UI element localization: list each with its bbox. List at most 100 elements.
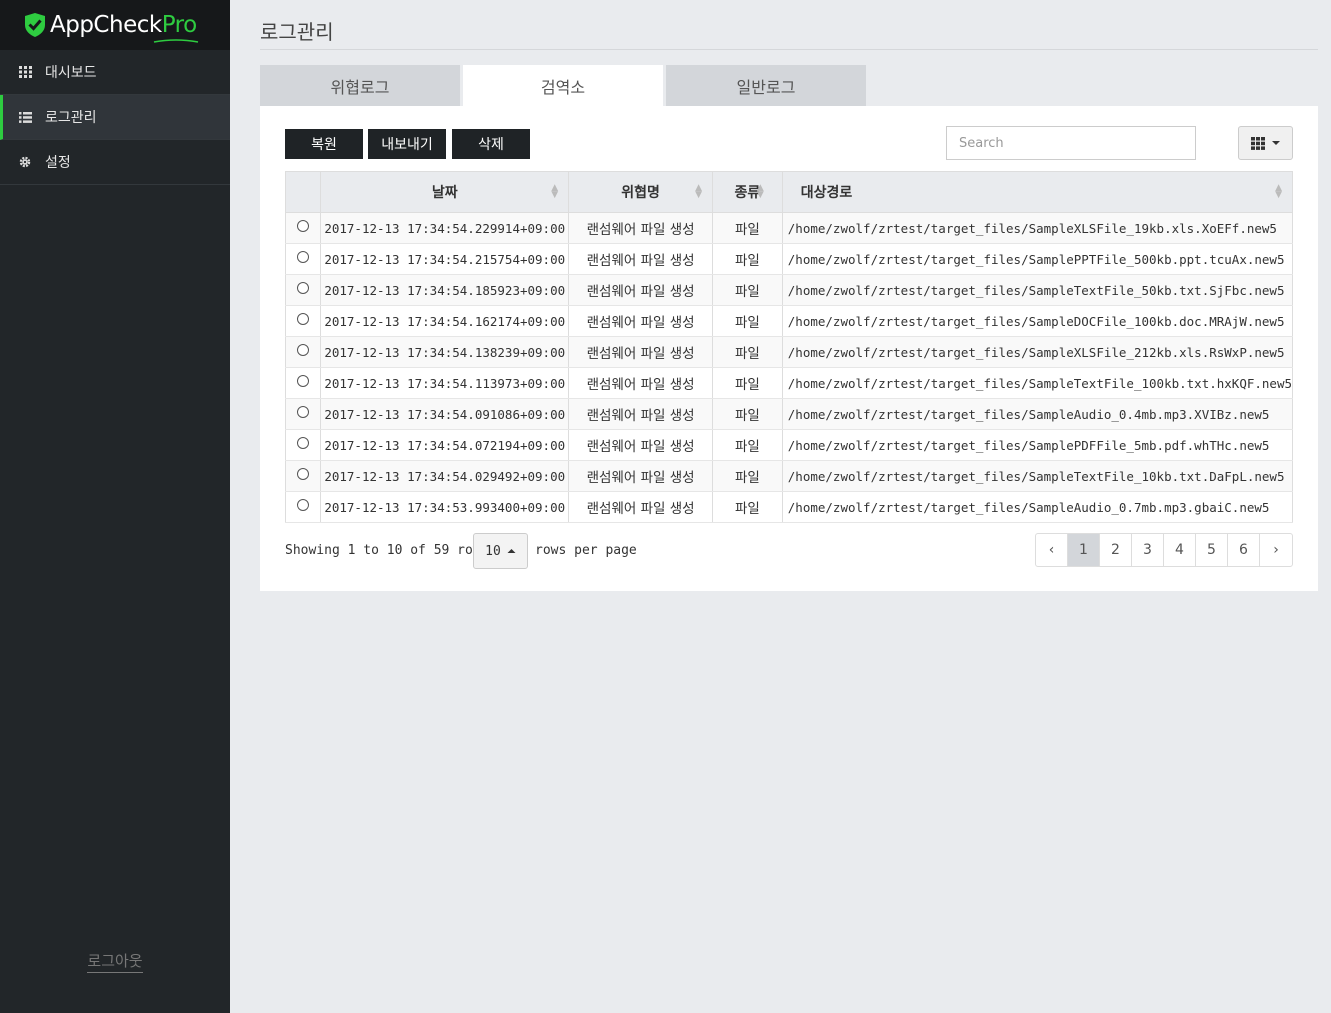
date-cell: 2017-12-13 17:34:54.072194+09:00 xyxy=(320,429,570,461)
row-radio[interactable] xyxy=(297,220,310,232)
threat-cell: 랜섬웨어 파일 생성 xyxy=(568,491,714,523)
tab-quarantine[interactable]: 검역소 xyxy=(463,65,663,106)
row-select-cell xyxy=(285,367,322,399)
row-radio[interactable] xyxy=(297,344,310,356)
threat-cell: 랜섬웨어 파일 생성 xyxy=(568,398,714,430)
delete-button[interactable]: 삭제 xyxy=(452,129,530,159)
path-cell: /home/zwolf/zrtest/target_files/SampleAu… xyxy=(782,491,1294,523)
page-button-6[interactable]: 6 xyxy=(1228,534,1260,566)
row-select-cell xyxy=(285,274,322,306)
sort-icon: ▲ ▼ xyxy=(1275,183,1282,200)
page-button-5[interactable]: 5 xyxy=(1196,534,1228,566)
table-row[interactable]: 2017-12-13 17:34:54.229914+09:00 랜섬웨어 파일… xyxy=(285,212,1294,244)
row-radio[interactable] xyxy=(297,251,310,263)
header-threat[interactable]: 위협명 ▲ ▼ xyxy=(568,171,714,213)
page-prev-button[interactable]: ‹ xyxy=(1036,534,1068,566)
page-title: 로그관리 xyxy=(260,0,1318,50)
date-cell: 2017-12-13 17:34:54.185923+09:00 xyxy=(320,274,570,306)
sidebar-item-label: 대시보드 xyxy=(45,65,97,81)
page-button-3[interactable]: 3 xyxy=(1132,534,1164,566)
tab-threat-log[interactable]: 위협로그 xyxy=(260,65,460,106)
threat-cell: 랜섬웨어 파일 생성 xyxy=(568,274,714,306)
sidebar-item-label: 로그관리 xyxy=(45,110,97,126)
logo-text: AppCheckPro xyxy=(50,12,198,43)
sort-icon: ▲ ▼ xyxy=(756,183,764,200)
toolbar: 복원 내보내기 삭제 xyxy=(285,126,1293,160)
page-button-4[interactable]: 4 xyxy=(1164,534,1196,566)
shield-check-icon xyxy=(25,13,45,37)
logout-container: 로그아웃 xyxy=(0,950,230,973)
threat-cell: 랜섬웨어 파일 생성 xyxy=(568,460,714,492)
grid-icon xyxy=(1250,136,1265,150)
type-cell: 파일 xyxy=(712,367,783,399)
tab-general-log[interactable]: 일반로그 xyxy=(666,65,866,106)
table-row[interactable]: 2017-12-13 17:34:53.993400+09:00 랜섬웨어 파일… xyxy=(285,491,1294,523)
page-button-2[interactable]: 2 xyxy=(1100,534,1132,566)
path-cell: /home/zwolf/zrtest/target_files/SampleTe… xyxy=(782,460,1294,492)
table-row[interactable]: 2017-12-13 17:34:54.029492+09:00 랜섬웨어 파일… xyxy=(285,460,1294,492)
type-cell: 파일 xyxy=(712,460,783,492)
header-date[interactable]: 날짜 ▲ ▼ xyxy=(320,171,570,213)
list-icon xyxy=(18,110,32,124)
page-next-button[interactable]: › xyxy=(1260,534,1292,566)
threat-cell: 랜섬웨어 파일 생성 xyxy=(568,429,714,461)
path-cell: /home/zwolf/zrtest/target_files/SampleXL… xyxy=(782,336,1294,368)
type-cell: 파일 xyxy=(712,429,783,461)
date-cell: 2017-12-13 17:34:54.113973+09:00 xyxy=(320,367,570,399)
app-logo[interactable]: AppCheckPro xyxy=(0,0,230,50)
type-cell: 파일 xyxy=(712,398,783,430)
table-row[interactable]: 2017-12-13 17:34:54.091086+09:00 랜섬웨어 파일… xyxy=(285,398,1294,430)
table-row[interactable]: 2017-12-13 17:34:54.162174+09:00 랜섬웨어 파일… xyxy=(285,305,1294,337)
path-cell: /home/zwolf/zrtest/target_files/SampleAu… xyxy=(782,398,1294,430)
header-type[interactable]: 종류 ▲ ▼ xyxy=(712,171,783,213)
type-cell: 파일 xyxy=(712,274,783,306)
search-input[interactable] xyxy=(946,126,1196,160)
row-select-cell xyxy=(285,460,322,492)
row-radio[interactable] xyxy=(297,468,310,480)
table-row[interactable]: 2017-12-13 17:34:54.072194+09:00 랜섬웨어 파일… xyxy=(285,429,1294,461)
logout-link[interactable]: 로그아웃 xyxy=(87,952,143,973)
threat-cell: 랜섬웨어 파일 생성 xyxy=(568,212,714,244)
logo-swoosh-icon xyxy=(153,39,198,43)
table-row[interactable]: 2017-12-13 17:34:54.215754+09:00 랜섬웨어 파일… xyxy=(285,243,1294,275)
quarantine-table: 날짜 ▲ ▼ 위협명 ▲ ▼ 종류 ▲ ▼ 대상경로 ▲ ▼ 2017-12-13 17:34:… xyxy=(285,171,1294,523)
header-select xyxy=(285,171,322,213)
header-path[interactable]: 대상경로 ▲ ▼ xyxy=(782,171,1294,213)
type-cell: 파일 xyxy=(712,305,783,337)
logo-pro: Pro xyxy=(161,12,198,38)
row-select-cell xyxy=(285,212,322,244)
sort-icon: ▲ ▼ xyxy=(695,183,703,200)
date-cell: 2017-12-13 17:34:53.993400+09:00 xyxy=(320,491,570,523)
path-cell: /home/zwolf/zrtest/target_files/SampleXL… xyxy=(782,212,1294,244)
row-radio[interactable] xyxy=(297,499,310,511)
columns-toggle-button[interactable] xyxy=(1238,126,1293,160)
table-row[interactable]: 2017-12-13 17:34:54.113973+09:00 랜섬웨어 파일… xyxy=(285,367,1294,399)
type-cell: 파일 xyxy=(712,336,783,368)
path-cell: /home/zwolf/zrtest/target_files/SamplePD… xyxy=(782,429,1294,461)
row-radio[interactable] xyxy=(297,375,310,387)
table-row[interactable]: 2017-12-13 17:34:54.185923+09:00 랜섬웨어 파일… xyxy=(285,274,1294,306)
grid-icon xyxy=(18,65,32,79)
type-cell: 파일 xyxy=(712,243,783,275)
sidebar-item-log-management[interactable]: 로그관리 xyxy=(0,95,230,140)
row-radio[interactable] xyxy=(297,406,310,418)
page-size-dropdown[interactable]: 10 xyxy=(473,533,528,569)
export-button[interactable]: 내보내기 xyxy=(368,129,446,159)
pagination: ‹ 1 2 3 4 5 6 › xyxy=(1035,533,1293,567)
table-row[interactable]: 2017-12-13 17:34:54.138239+09:00 랜섬웨어 파일… xyxy=(285,336,1294,368)
row-select-cell xyxy=(285,305,322,337)
path-cell: /home/zwolf/zrtest/target_files/SampleTe… xyxy=(782,274,1294,306)
sidebar-item-dashboard[interactable]: 대시보드 xyxy=(0,50,230,95)
threat-cell: 랜섬웨어 파일 생성 xyxy=(568,243,714,275)
row-radio[interactable] xyxy=(297,282,310,294)
sort-icon: ▲ ▼ xyxy=(551,183,559,200)
row-radio[interactable] xyxy=(297,437,310,449)
date-cell: 2017-12-13 17:34:54.162174+09:00 xyxy=(320,305,570,337)
row-radio[interactable] xyxy=(297,313,310,325)
sidebar-item-label: 설정 xyxy=(45,155,71,171)
page-button-1[interactable]: 1 xyxy=(1068,534,1100,566)
caret-up-icon xyxy=(507,549,516,553)
restore-button[interactable]: 복원 xyxy=(285,129,363,159)
quarantine-panel: 복원 내보내기 삭제 날짜▲▼ 위협명▲▼ 종류▲▼ 대상경로▲▼ xyxy=(260,106,1318,591)
sidebar-item-settings[interactable]: 설정 xyxy=(0,140,230,185)
